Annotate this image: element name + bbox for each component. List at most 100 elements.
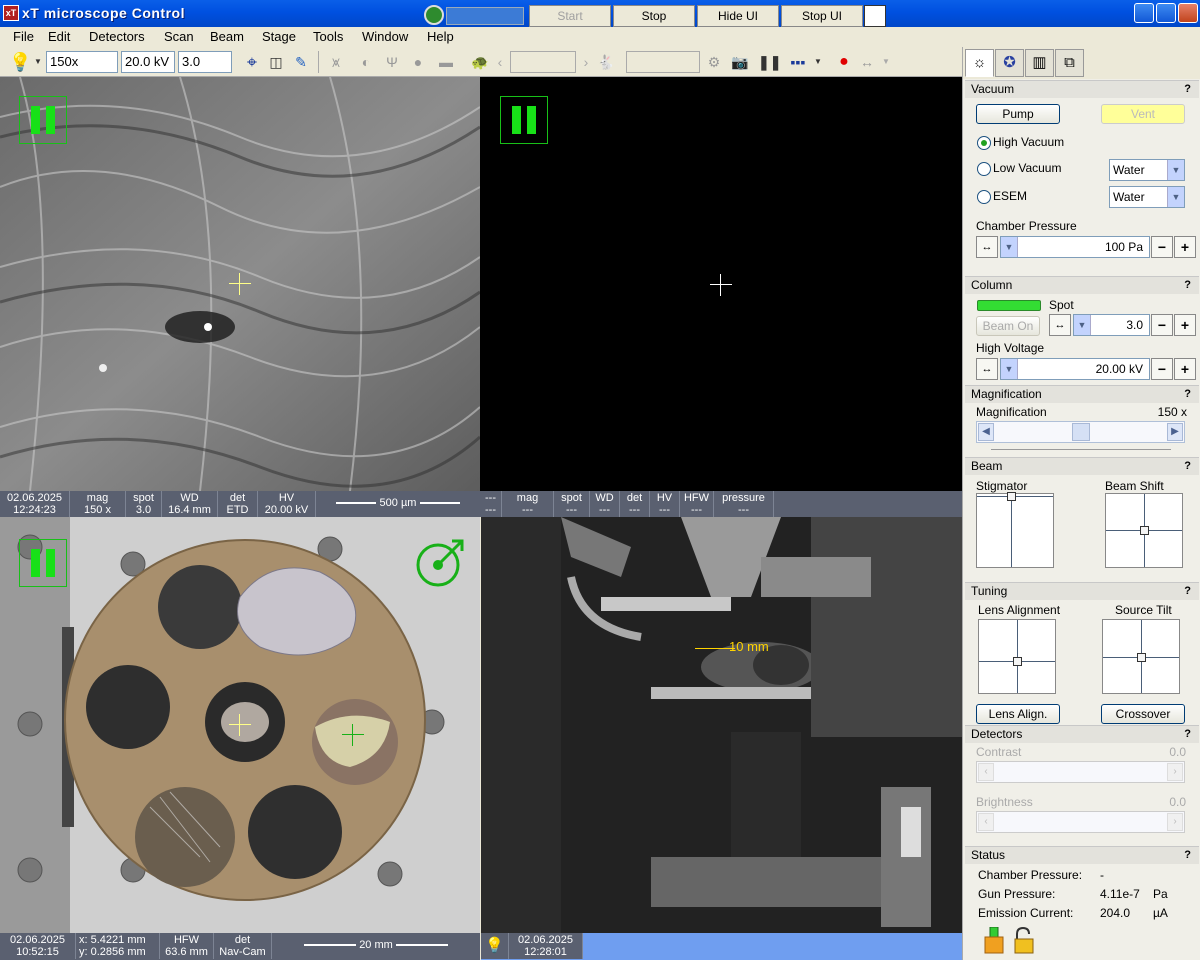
beam-shift-handle[interactable]	[1140, 526, 1149, 535]
quad-4-chamber-cam[interactable]: 10 mm	[481, 517, 962, 933]
magnification-slider[interactable]: ◀ ▶	[976, 421, 1185, 443]
reduced-area-icon[interactable]: ◫	[266, 52, 286, 72]
pause-icon[interactable]: ❚❚	[758, 52, 781, 72]
tuning-help-icon[interactable]: ?	[1184, 583, 1191, 600]
menu-beam[interactable]: Beam	[210, 29, 244, 44]
minimize-icon[interactable]	[1134, 3, 1154, 23]
magnification-help-icon[interactable]: ?	[1184, 386, 1191, 403]
pressure-minus-button[interactable]: −	[1151, 236, 1173, 258]
menu-file[interactable]: File	[13, 29, 34, 44]
camera-icon[interactable]: 📷	[730, 52, 750, 72]
particles-icon[interactable]: ●	[408, 52, 428, 72]
snapshot-icon[interactable]: ⚙	[704, 52, 724, 72]
maximize-icon[interactable]	[1156, 3, 1176, 23]
lightbulb-icon[interactable]: 💡	[9, 52, 31, 72]
pump-button[interactable]: Pump	[976, 104, 1060, 124]
pressure-plus-button[interactable]: +	[1174, 236, 1196, 258]
quad-2-image[interactable]	[480, 77, 962, 491]
stigmator-pad[interactable]	[976, 492, 1054, 568]
stage-tilt-icon[interactable]: ⩙	[326, 52, 346, 72]
spot-plus-button[interactable]: +	[1174, 314, 1196, 336]
start-button[interactable]: Start	[529, 5, 611, 27]
tab-beam-control[interactable]: ☼	[965, 49, 994, 77]
esem-gas-select[interactable]: Water ▼	[1109, 186, 1185, 208]
view-dropdown-icon[interactable]: ▼	[812, 52, 824, 72]
tab-navigation[interactable]: ✪	[995, 49, 1024, 77]
measure-dropdown-icon[interactable]: ▼	[880, 52, 892, 72]
status-help-icon[interactable]: ?	[1184, 847, 1191, 864]
slider-thumb[interactable]	[1072, 423, 1090, 441]
slider-right-icon[interactable]: ▶	[1167, 423, 1183, 441]
menu-detectors[interactable]: Detectors	[89, 29, 145, 44]
menu-help[interactable]: Help	[427, 29, 454, 44]
unlock-icon[interactable]	[1011, 927, 1037, 955]
detector-insert-icon[interactable]: Ψ	[382, 52, 402, 72]
stigmator-handle[interactable]	[1007, 492, 1016, 501]
esem-radio[interactable]	[977, 190, 991, 204]
hv-minus-button[interactable]: −	[1151, 358, 1173, 380]
close-window-icon[interactable]	[1178, 3, 1198, 23]
menu-scan[interactable]: Scan	[164, 29, 194, 44]
chevron-down-icon[interactable]: ▼	[1167, 160, 1184, 180]
stop-button[interactable]: Stop	[613, 5, 695, 27]
vacuum-help-icon[interactable]: ?	[1184, 81, 1191, 98]
stop-ui-button[interactable]: Stop UI	[781, 5, 863, 27]
high-voltage-field[interactable]: ▼ 20.00 kV	[1000, 358, 1150, 380]
fast-scan-icon[interactable]: 🐇	[596, 52, 616, 72]
lens-align-button[interactable]: Lens Align.	[976, 704, 1060, 724]
spot-field[interactable]: ▼ 3.0	[1073, 314, 1150, 336]
brightness-slider[interactable]: ‹ ›	[976, 811, 1185, 833]
contrast-icon[interactable]: ◐	[356, 52, 376, 72]
detectors-help-icon[interactable]: ?	[1184, 726, 1191, 743]
pause-indicator-icon[interactable]	[19, 96, 67, 144]
menu-tools[interactable]: Tools	[313, 29, 343, 44]
emitter-icon[interactable]	[983, 927, 1005, 955]
spot-minus-button[interactable]: −	[1151, 314, 1173, 336]
tab-alignment[interactable]: ⧉	[1055, 49, 1084, 77]
beam-on-button[interactable]: Beam On	[976, 316, 1040, 336]
slider-right-icon[interactable]: ›	[1167, 763, 1183, 781]
chamber-pressure-field[interactable]: ▼ 100 Pa	[1000, 236, 1150, 258]
lens-alignment-pad[interactable]	[978, 619, 1056, 694]
chevron-down-icon[interactable]: ▼	[1001, 237, 1018, 257]
source-tilt-handle[interactable]	[1137, 653, 1146, 662]
quad-3-navcam[interactable]	[0, 517, 480, 933]
scan-right-icon[interactable]: ›	[580, 52, 592, 72]
chevron-down-icon[interactable]: ▼	[1074, 315, 1091, 335]
lightbulb-dropdown-icon[interactable]: ▼	[32, 52, 44, 72]
hide-ui-button[interactable]: Hide UI	[697, 5, 779, 27]
slider-left-icon[interactable]: ◀	[978, 423, 994, 441]
close-ui-icon[interactable]: ✕	[864, 5, 886, 27]
low-vacuum-radio[interactable]	[977, 162, 991, 176]
record-icon[interactable]: ●	[834, 52, 854, 72]
crosshair-target-icon[interactable]: ⌖	[242, 52, 262, 72]
video-frame-icon[interactable]: ▬	[436, 52, 456, 72]
pressure-step-icon[interactable]: ↔	[976, 236, 998, 258]
slider-left-icon[interactable]: ‹	[978, 763, 994, 781]
quad-1-sem-image[interactable]	[0, 77, 480, 491]
low-vacuum-gas-select[interactable]: Water ▼	[1109, 159, 1185, 181]
vent-button[interactable]: Vent	[1101, 104, 1185, 124]
dwell-time-field[interactable]	[626, 51, 700, 73]
slider-left-icon[interactable]: ‹	[978, 813, 994, 831]
quad-view-icon[interactable]: ▪▪▪	[788, 52, 808, 72]
pause-indicator-icon[interactable]	[19, 539, 67, 587]
beam-help-icon[interactable]: ?	[1184, 458, 1191, 475]
high-vacuum-radio[interactable]	[977, 136, 991, 150]
tab-processing[interactable]: ▥	[1025, 49, 1054, 77]
menu-window[interactable]: Window	[362, 29, 408, 44]
menu-edit[interactable]: Edit	[48, 29, 70, 44]
magnification-input[interactable]: 150x	[46, 51, 118, 73]
scan-speed-field[interactable]	[510, 51, 576, 73]
navigation-compass-icon[interactable]	[414, 537, 466, 589]
auto-focus-icon[interactable]: ✎	[291, 52, 311, 72]
spot-step-icon[interactable]: ↔	[1049, 314, 1071, 336]
scan-left-icon[interactable]: ‹	[494, 52, 506, 72]
chevron-down-icon[interactable]: ▼	[1167, 187, 1184, 207]
contrast-slider[interactable]: ‹ ›	[976, 761, 1185, 783]
hv-plus-button[interactable]: +	[1174, 358, 1196, 380]
beam-shift-pad[interactable]	[1105, 493, 1183, 568]
pause-indicator-icon[interactable]	[500, 96, 548, 144]
source-tilt-pad[interactable]	[1102, 619, 1180, 694]
chevron-down-icon[interactable]: ▼	[1001, 359, 1018, 379]
